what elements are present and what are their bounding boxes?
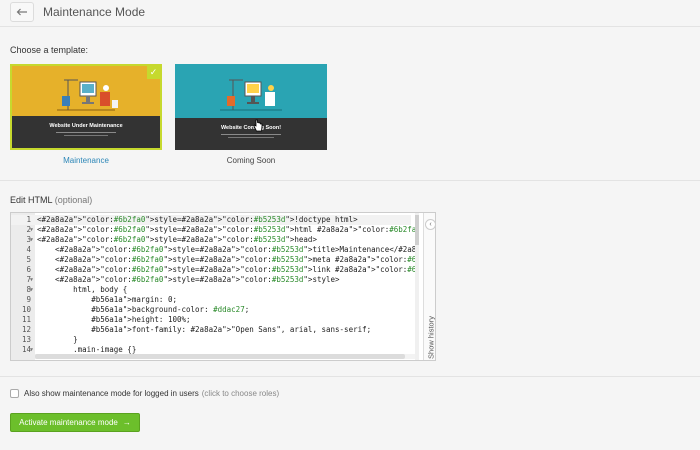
code-text: <#2a8a2a">"color:#6b2fa0">style=#2a8a2a"… bbox=[37, 225, 415, 234]
fold-toggle-icon[interactable]: ▼ bbox=[30, 235, 33, 245]
choose-template-label: Choose a template: bbox=[10, 45, 89, 55]
code-line[interactable]: 7 ▼ <#2a8a2a">"color:#6b2fa0">style=#2a8a… bbox=[11, 275, 411, 285]
header-divider bbox=[0, 26, 700, 27]
code-text: html, body { bbox=[37, 285, 128, 294]
line-number: 4 bbox=[26, 245, 31, 254]
line-number: 14 bbox=[21, 345, 31, 354]
show-logged-in-option[interactable]: Also show maintenance mode for logged in… bbox=[10, 389, 279, 398]
section-divider bbox=[0, 376, 700, 377]
line-number: 5 bbox=[26, 255, 31, 264]
template-maintenance-card[interactable]: ✓ Website Under Maintenance bbox=[10, 64, 162, 150]
show-logged-in-label[interactable]: Also show maintenance mode for logged in… bbox=[24, 389, 199, 398]
show-logged-in-checkbox[interactable] bbox=[10, 389, 19, 398]
code-text: <#2a8a2a">"color:#6b2fa0">style=#2a8a2a"… bbox=[37, 235, 317, 244]
code-text: #b56a1a">height: 100%; bbox=[91, 315, 191, 324]
code-area[interactable]: 1 <#2a8a2a">"color:#6b2fa0">style=#2a8a2a… bbox=[11, 213, 415, 360]
template-preview-subtext bbox=[56, 132, 116, 133]
code-text: <#2a8a2a">"color:#6b2fa0">style=#2a8a2a"… bbox=[37, 245, 415, 254]
page-header: Maintenance Mode bbox=[0, 0, 700, 26]
code-line[interactable]: 9 #b56a1a">margin: 0; bbox=[11, 295, 411, 305]
template-coming-soon-card[interactable]: Website Coming Soon! bbox=[175, 64, 327, 150]
vertical-scrollbar-thumb[interactable] bbox=[415, 215, 419, 245]
template-preview-bar: Website Coming Soon! bbox=[175, 118, 327, 150]
choose-roles-hint[interactable]: (click to choose roles) bbox=[202, 389, 279, 398]
code-line[interactable]: 10 #b56a1a">background-color: #ddac27; bbox=[11, 305, 411, 315]
edit-html-label-text: Edit HTML bbox=[10, 195, 53, 205]
template-preview-subtext bbox=[63, 135, 109, 136]
code-line[interactable]: 6 <#2a8a2a">"color:#6b2fa0">style=#2a8a2… bbox=[11, 265, 415, 275]
vertical-scrollbar[interactable] bbox=[415, 213, 419, 360]
line-number: 3 bbox=[26, 235, 31, 244]
template-preview-title: Website Coming Soon! bbox=[220, 125, 282, 131]
edit-html-optional: (optional) bbox=[54, 195, 93, 205]
maintenance-illustration-icon bbox=[57, 79, 118, 111]
code-line[interactable]: 3 ▼ <#2a8a2a">"color:#6b2fa0">style=#2a8a2… bbox=[11, 235, 411, 245]
template-preview-title: Website Under Maintenance bbox=[49, 123, 123, 129]
activate-maintenance-button[interactable]: Activate maintenance mode → bbox=[10, 413, 140, 432]
line-number: 2 bbox=[26, 225, 31, 234]
code-text: <#2a8a2a">"color:#6b2fa0">style=#2a8a2a"… bbox=[37, 265, 415, 274]
history-panel[interactable]: ‹ Show history bbox=[423, 213, 436, 360]
fold-toggle-icon[interactable]: ▼ bbox=[30, 275, 33, 285]
code-line[interactable]: 8 ▼ html, body { bbox=[11, 285, 411, 295]
activate-button-label: Activate maintenance mode bbox=[19, 418, 118, 427]
template-preview-subtext bbox=[220, 134, 282, 135]
back-button[interactable] bbox=[10, 2, 34, 22]
back-arrow-icon bbox=[16, 8, 27, 16]
edit-html-label: Edit HTML (optional) bbox=[10, 195, 92, 205]
horizontal-scrollbar[interactable] bbox=[35, 354, 415, 359]
line-number: 12 bbox=[21, 325, 31, 334]
line-number: 8 bbox=[26, 285, 31, 294]
template-coming-soon-caption[interactable]: Coming Soon bbox=[175, 156, 327, 165]
template-preview-bar: Website Under Maintenance bbox=[12, 116, 160, 148]
fold-toggle-icon[interactable]: ▼ bbox=[30, 345, 33, 355]
hand-cursor-icon bbox=[253, 119, 263, 132]
code-text: #b56a1a">background-color: #ddac27; bbox=[91, 305, 250, 314]
line-number: 9 bbox=[26, 295, 31, 304]
line-number: 13 bbox=[21, 335, 31, 344]
code-line[interactable]: 4 <#2a8a2a">"color:#6b2fa0">style=#2a8a2… bbox=[11, 245, 415, 255]
code-line[interactable]: 5 <#2a8a2a">"color:#6b2fa0">style=#2a8a2… bbox=[11, 255, 415, 265]
horizontal-scrollbar-thumb[interactable] bbox=[35, 354, 405, 359]
code-line[interactable]: 1 <#2a8a2a">"color:#6b2fa0">style=#2a8a2a… bbox=[11, 215, 411, 225]
show-history-label[interactable]: Show history bbox=[427, 316, 436, 359]
section-divider bbox=[0, 180, 700, 181]
fold-toggle-icon[interactable]: ▼ bbox=[30, 225, 33, 235]
code-text: <#2a8a2a">"color:#6b2fa0">style=#2a8a2a"… bbox=[37, 275, 340, 284]
code-line[interactable]: 2 ▼ <#2a8a2a">"color:#6b2fa0">style=#2a8a2… bbox=[11, 225, 415, 235]
line-number: 1 bbox=[26, 215, 31, 224]
code-line[interactable]: 13 } bbox=[11, 335, 411, 345]
html-code-editor[interactable]: 1 <#2a8a2a">"color:#6b2fa0">style=#2a8a2a… bbox=[10, 212, 436, 361]
code-text: #b56a1a">font-family: #2a8a2a">"Open San… bbox=[91, 325, 372, 334]
chevron-left-icon[interactable]: ‹ bbox=[425, 219, 435, 230]
line-number: 10 bbox=[21, 305, 31, 314]
code-text: #b56a1a">margin: 0; bbox=[91, 295, 177, 304]
template-maintenance-caption[interactable]: Maintenance bbox=[10, 156, 162, 165]
selected-check-icon: ✓ bbox=[147, 66, 160, 79]
line-number: 11 bbox=[21, 315, 31, 324]
code-line[interactable]: 12 #b56a1a">font-family: #2a8a2a">"Open … bbox=[11, 325, 411, 335]
line-number: 7 bbox=[26, 275, 31, 284]
fold-toggle-icon[interactable]: ▼ bbox=[30, 285, 33, 295]
coming-soon-illustration-icon bbox=[220, 79, 282, 111]
code-text: <#2a8a2a">"color:#6b2fa0">style=#2a8a2a"… bbox=[37, 255, 415, 264]
code-text: } bbox=[37, 335, 78, 344]
code-text: <#2a8a2a">"color:#6b2fa0">style=#2a8a2a"… bbox=[37, 215, 358, 224]
page-title: Maintenance Mode bbox=[43, 5, 146, 19]
arrow-right-icon: → bbox=[122, 418, 131, 427]
template-preview-subtext bbox=[228, 137, 274, 138]
code-line[interactable]: 11 #b56a1a">height: 100%; bbox=[11, 315, 411, 325]
line-number: 6 bbox=[26, 265, 31, 274]
